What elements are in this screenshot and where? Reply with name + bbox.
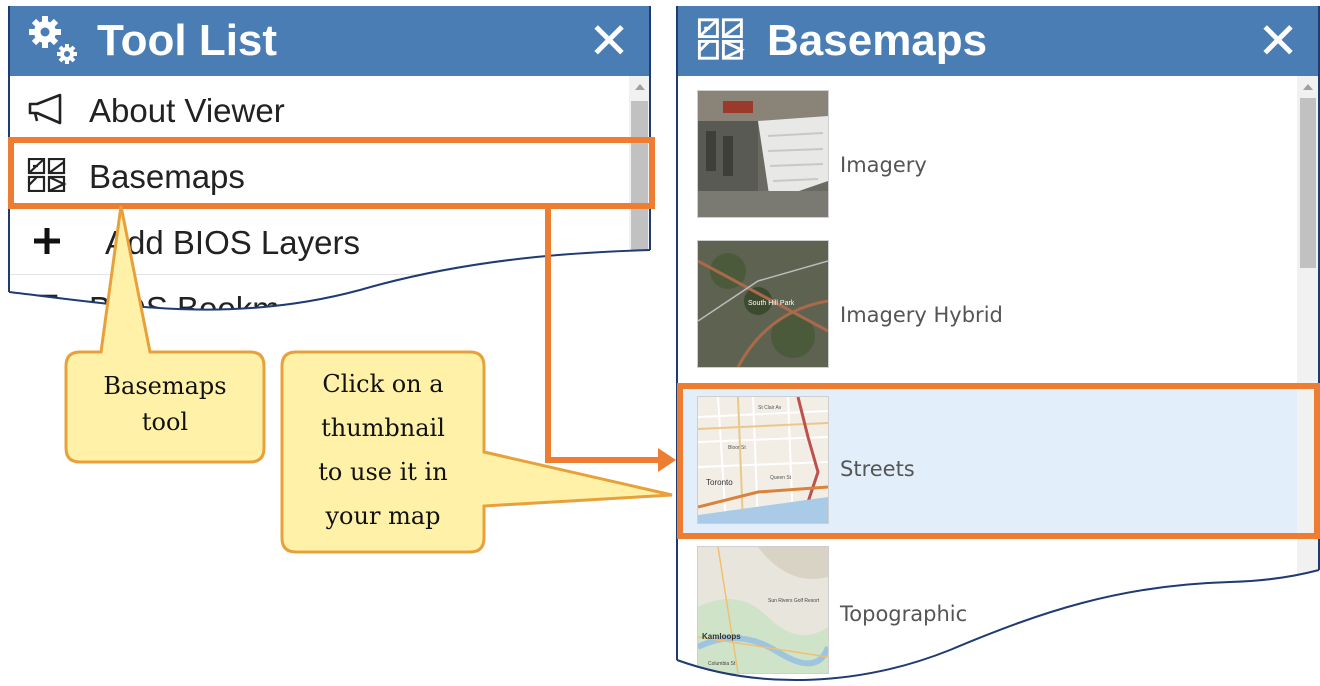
callout-thumbnail-hint-text: Click on a thumbnail to use it in your m… (282, 362, 484, 538)
callout-line: your map (325, 502, 441, 530)
torn-edge-mask (677, 570, 1320, 686)
annotation-overlay (0, 6, 1320, 686)
callout-line: Click on a (322, 370, 444, 398)
arrowhead (658, 448, 676, 472)
callout-line: Basemaps (103, 372, 227, 400)
callout-line: tool (141, 408, 189, 436)
callout-line: thumbnail (321, 414, 445, 442)
basemaps-tool-highlight (8, 137, 655, 209)
callout-basemaps-tool-text: Basemaps tool (66, 368, 264, 440)
callout-line: to use it in (318, 458, 448, 486)
streets-highlight (677, 383, 1320, 539)
